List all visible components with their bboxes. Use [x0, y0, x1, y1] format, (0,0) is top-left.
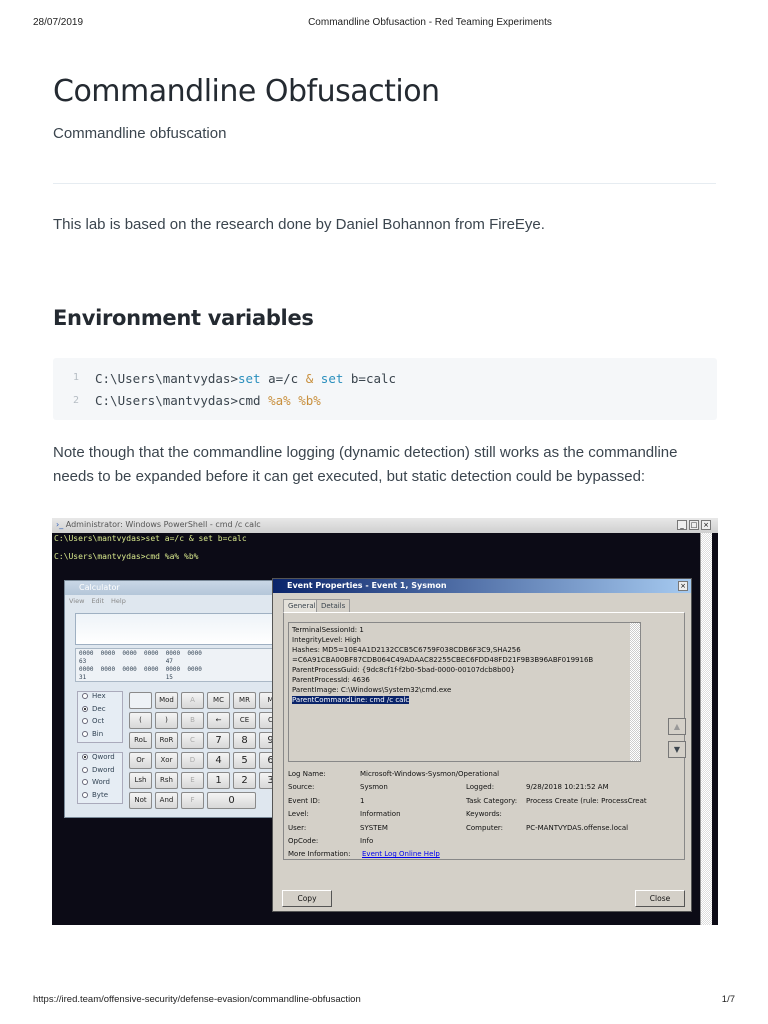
calculator-key: 5 [233, 752, 256, 769]
user-label-text: User: [288, 823, 307, 832]
general-panel: TerminalSessionId: 1 IntegrityLevel: Hig… [283, 612, 685, 860]
copy-button: Copy [282, 890, 332, 907]
console-line: C:\Users\mantvydas>cmd %a% %b% [54, 552, 199, 561]
opcode-label-text: OpCode: [288, 837, 319, 845]
task-category-label-text: Task Category: [466, 796, 518, 805]
keywords-label-text: Keywords: [466, 810, 502, 819]
calculator-window: Calculator View Edit Help 0000 0000 0000 0… [64, 580, 284, 818]
calculator-key: MC [207, 692, 230, 709]
calculator-key: E [181, 772, 204, 789]
user-text: SYSTEM [360, 823, 388, 832]
calculator-key: And [155, 792, 178, 809]
divider [53, 183, 716, 184]
print-title: Commandline Obfusaction - Red Teaming Ex… [308, 17, 552, 28]
line-number: 1 [73, 372, 80, 383]
calculator-key: B [181, 712, 204, 729]
calculator-key: D [181, 752, 204, 769]
page-title: Commandline Obfusaction [53, 74, 440, 109]
logged-text: 9/28/2018 10:21:52 AM [526, 783, 609, 792]
powershell-titlebar: ›_ Administrator: Windows PowerShell - c… [52, 518, 718, 533]
source-label-text: Source: [288, 783, 315, 792]
word-radio-group: Qword Dword Word Byte [77, 752, 123, 804]
calculator-key: ) [155, 712, 178, 729]
tab-general: General [283, 599, 321, 612]
task-category-text: Process Create (rule: ProcessCreat [526, 796, 647, 805]
calculator-key: 1 [207, 772, 230, 789]
close-button: Close [635, 890, 685, 907]
calculator-key: Or [129, 752, 152, 769]
calculator-key: Mod [155, 692, 178, 709]
page-subtitle: Commandline obfuscation [53, 125, 227, 142]
log-name-label-text: Log Name: [288, 770, 326, 778]
calculator-menu: View Edit Help [69, 597, 126, 605]
selected-line: ParentCommandLine: cmd /c calc [292, 696, 410, 704]
arrow-up-icon: ▲ [668, 718, 686, 735]
code-line: C:\Users\mantvydas>set a=/c & set b=calc [95, 371, 397, 386]
event-id-label-text: Event ID: [288, 796, 321, 805]
level-text: Information [360, 810, 401, 819]
listbox-scrollbar [630, 623, 640, 761]
calculator-key: Xor [155, 752, 178, 769]
computer-text: PC-MANTVYDAS.offense.local [526, 823, 629, 832]
calculator-key: Rsh [155, 772, 178, 789]
intro-paragraph: This lab is based on the research done b… [53, 216, 545, 233]
more-info-label-text: More Information: [288, 850, 351, 859]
event-details-listbox: TerminalSessionId: 1 IntegrityLevel: Hig… [288, 622, 641, 762]
calculator-key: RoL [129, 732, 152, 749]
calculator-key: A [181, 692, 204, 709]
calculator-key: 2 [233, 772, 256, 789]
calculator-key: ( [129, 712, 152, 729]
tab-details: Details [316, 599, 351, 612]
footer-url: https://ired.team/offensive-security/def… [33, 994, 361, 1005]
calculator-key: C [181, 732, 204, 749]
calculator-key: 7 [207, 732, 230, 749]
calculator-key: 4 [207, 752, 230, 769]
calculator-key: MR [233, 692, 256, 709]
source-text: Sysmon [360, 783, 388, 792]
calculator-key: ← [207, 712, 230, 729]
calculator-display [75, 613, 279, 645]
code-block: 1 2 C:\Users\mantvydas>set a=/c & set b=… [53, 358, 717, 420]
calculator-key: 0 [207, 792, 256, 809]
dialog-titlebar: Event Properties - Event 1, Sysmon [273, 579, 691, 593]
level-label-text: Level: [288, 810, 309, 819]
event-properties-dialog: Event Properties - Event 1, Sysmon × Gen… [272, 578, 692, 912]
console-line: C:\Users\mantvydas>set a=/c & set b=calc [54, 534, 247, 543]
calculator-titlebar: Calculator [65, 581, 283, 595]
dialog-close-icon: × [678, 581, 688, 591]
calculator-key: RoR [155, 732, 178, 749]
line-number: 2 [73, 395, 80, 406]
minimize-icon: _ [677, 520, 687, 530]
more-info-link[interactable]: Event Log Online Help [362, 850, 440, 858]
calculator-key: F [181, 792, 204, 809]
calculator-bits: 0000 0000 0000 0000 0000 0000 63 47 0000… [75, 648, 279, 682]
screenshot-image: ›_ Administrator: Windows PowerShell - c… [52, 518, 718, 925]
console-scrollbar [700, 533, 712, 925]
calculator-key [129, 692, 152, 709]
logged-label-text: Logged: [466, 783, 495, 792]
calculator-key: CE [233, 712, 256, 729]
calculator-key: Not [129, 792, 152, 809]
note-paragraph: Note though that the commandline logging… [53, 444, 678, 485]
section-heading: Environment variables [53, 306, 314, 330]
calculator-key: Lsh [129, 772, 152, 789]
opcode-text: Info [360, 837, 374, 845]
computer-label-text: Computer: [466, 823, 504, 832]
footer-page-number: 1/7 [721, 994, 735, 1005]
event-id-text: 1 [360, 796, 365, 805]
maximize-icon: □ [689, 520, 699, 530]
base-radio-group: Hex Dec Oct Bin [77, 691, 123, 743]
close-icon: × [701, 520, 711, 530]
arrow-down-icon: ▼ [668, 741, 686, 758]
calculator-key: 8 [233, 732, 256, 749]
code-line: C:\Users\mantvydas>cmd %a% %b% [95, 393, 321, 408]
log-name-text: Microsoft-Windows-Sysmon/Operational [360, 770, 500, 778]
